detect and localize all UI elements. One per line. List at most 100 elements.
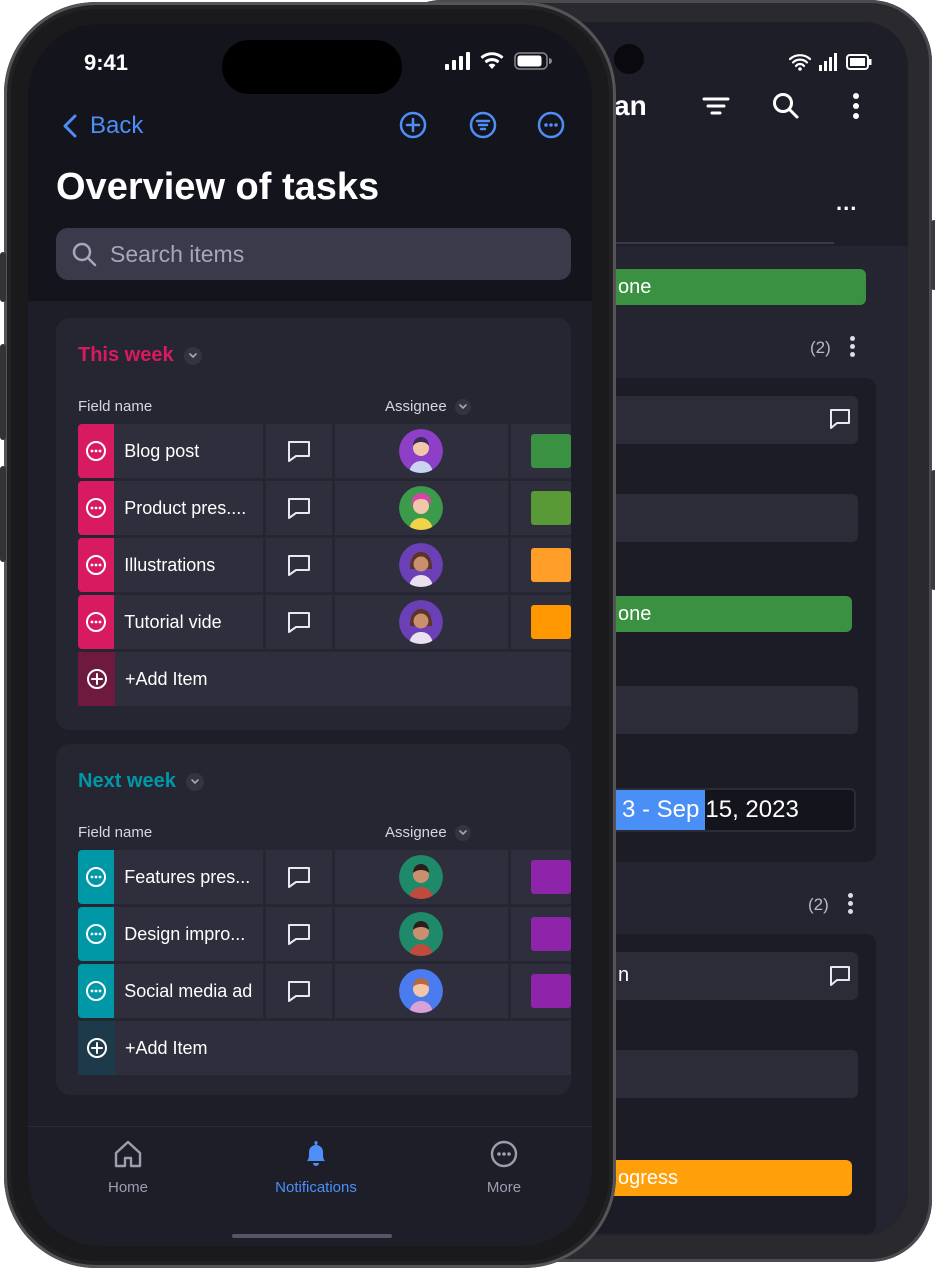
more-circle-icon[interactable] xyxy=(536,110,566,140)
comment-icon[interactable] xyxy=(266,538,332,592)
table-row[interactable]: Illustrations xyxy=(78,538,571,592)
more-button[interactable]: ... xyxy=(836,190,857,216)
back-label: Back xyxy=(90,112,144,139)
avatar xyxy=(399,969,444,1013)
device-mockup: an ... one (2) one 3 - Sep 15, 2023 (2) xyxy=(0,0,935,1270)
group-count: (2) xyxy=(808,895,829,914)
mute-switch xyxy=(0,252,6,302)
group-count: (2) xyxy=(810,338,831,357)
add-item-button[interactable]: +Add Item xyxy=(115,1021,571,1075)
overflow-menu-icon[interactable] xyxy=(838,88,874,124)
status-cell[interactable] xyxy=(511,595,571,649)
comment-icon[interactable] xyxy=(266,964,332,1018)
add-item-row[interactable]: +Add Item xyxy=(78,1021,571,1075)
status-time: 9:41 xyxy=(84,50,129,75)
assignee-cell[interactable] xyxy=(334,850,509,904)
group-menu-icon[interactable] xyxy=(848,893,854,917)
item-name[interactable]: Illustrations xyxy=(114,538,264,592)
table-row[interactable]: Design impro... xyxy=(78,907,571,961)
item-name[interactable]: Features pres... xyxy=(114,850,264,904)
status-swatch xyxy=(531,917,571,951)
task-board: This week Field name Assignee Blog post xyxy=(28,301,592,1126)
add-circle-icon[interactable] xyxy=(78,1021,115,1075)
dynamic-island xyxy=(222,40,402,94)
item-menu-icon[interactable] xyxy=(78,850,115,904)
item-menu-icon[interactable] xyxy=(78,595,115,649)
item-menu-icon[interactable] xyxy=(78,424,115,478)
item-name[interactable]: Social media ad xyxy=(114,964,264,1018)
item-name[interactable]: Product pres.... xyxy=(114,481,264,535)
table-row[interactable]: Tutorial vide xyxy=(78,595,571,649)
search-bar[interactable] xyxy=(56,228,571,280)
assignee-cell[interactable] xyxy=(334,595,509,649)
comment-icon[interactable] xyxy=(266,850,332,904)
status-swatch xyxy=(531,860,571,894)
status-cell[interactable] xyxy=(511,538,571,592)
signal-icon xyxy=(819,53,837,71)
status-swatch xyxy=(531,491,571,525)
avatar xyxy=(399,543,444,587)
signal-icon xyxy=(445,52,470,70)
item-name[interactable]: Tutorial vide xyxy=(114,595,264,649)
group-menu-icon[interactable] xyxy=(850,336,856,360)
assignee-cell[interactable] xyxy=(334,907,509,961)
page-title: Overview of tasks xyxy=(56,166,380,208)
group-this-week: This week Field name Assignee Blog post xyxy=(56,318,571,730)
avatar xyxy=(399,912,444,956)
comment-icon[interactable] xyxy=(266,595,332,649)
status-cell[interactable] xyxy=(511,481,571,535)
search-input[interactable] xyxy=(110,240,510,268)
add-circle-icon[interactable] xyxy=(398,110,428,140)
table-row[interactable]: Blog post xyxy=(78,424,571,478)
chevron-left-icon xyxy=(63,114,77,138)
assignee-cell[interactable] xyxy=(334,964,509,1018)
item-menu-icon[interactable] xyxy=(78,481,115,535)
status-cell[interactable] xyxy=(511,424,571,478)
volume-up-button xyxy=(0,344,6,440)
power-button xyxy=(931,470,935,590)
home-icon xyxy=(114,1140,142,1168)
item-list: Blog post Product pres.... Illustrations… xyxy=(78,424,571,706)
comment-icon[interactable] xyxy=(266,907,332,961)
item-menu-icon[interactable] xyxy=(78,964,115,1018)
group-title[interactable]: This week xyxy=(78,344,202,367)
comment-icon[interactable] xyxy=(266,424,332,478)
search-icon[interactable] xyxy=(768,88,804,124)
tab-notifications[interactable]: Notifications xyxy=(256,1137,376,1196)
status-cell[interactable] xyxy=(511,907,571,961)
status-swatch xyxy=(531,434,571,468)
add-circle-icon[interactable] xyxy=(78,652,115,706)
assignee-cell[interactable] xyxy=(334,538,509,592)
item-menu-icon[interactable] xyxy=(78,538,115,592)
comment-icon[interactable] xyxy=(828,408,852,430)
item-name[interactable]: Blog post xyxy=(114,424,264,478)
add-item-row[interactable]: +Add Item xyxy=(78,652,571,706)
item-name[interactable]: Design impro... xyxy=(114,907,264,961)
chevron-down-icon[interactable] xyxy=(454,398,471,415)
column-header-field-name: Field name xyxy=(78,398,153,415)
chevron-down-icon[interactable] xyxy=(183,346,202,365)
chevron-down-icon[interactable] xyxy=(185,772,204,791)
table-row[interactable]: Social media ad xyxy=(78,964,571,1018)
filter-circle-icon[interactable] xyxy=(468,110,498,140)
column-header-assignee[interactable]: Assignee xyxy=(385,398,471,415)
wifi-icon xyxy=(788,54,812,71)
status-cell[interactable] xyxy=(511,964,571,1018)
tab-more[interactable]: More xyxy=(444,1137,564,1196)
assignee-cell[interactable] xyxy=(334,424,509,478)
iphone-frame: 9:41 Back Overview of tasks Search items… xyxy=(0,2,616,1268)
add-item-button[interactable]: +Add Item xyxy=(115,652,571,706)
tab-home[interactable]: Home xyxy=(68,1137,188,1196)
item-menu-icon[interactable] xyxy=(78,907,115,961)
back-button[interactable]: Back xyxy=(62,112,143,140)
status-cell[interactable] xyxy=(511,850,571,904)
comment-icon[interactable] xyxy=(828,965,852,987)
table-row[interactable]: Product pres.... xyxy=(78,481,571,535)
sort-icon[interactable] xyxy=(698,88,734,124)
column-header-assignee[interactable]: Assignee xyxy=(385,824,471,841)
group-title[interactable]: Next week xyxy=(78,770,204,793)
table-row[interactable]: Features pres... xyxy=(78,850,571,904)
assignee-cell[interactable] xyxy=(334,481,509,535)
chevron-down-icon[interactable] xyxy=(454,824,471,841)
comment-icon[interactable] xyxy=(266,481,332,535)
